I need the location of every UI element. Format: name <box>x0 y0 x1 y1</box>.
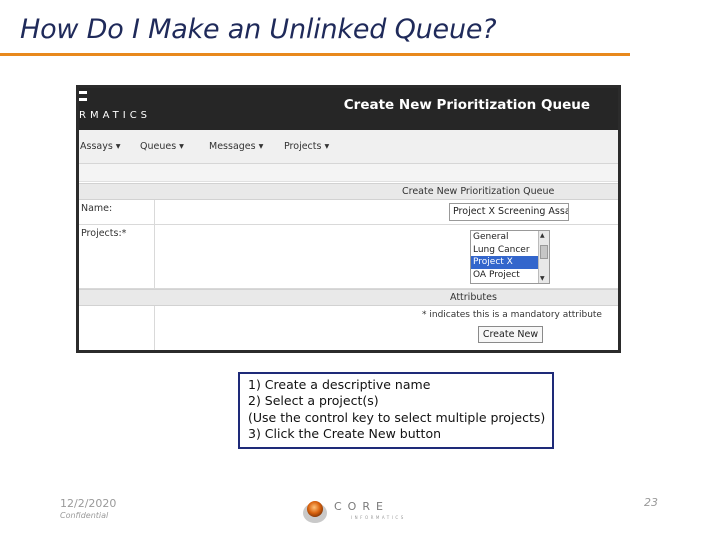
app-page-title: Create New Prioritization Queue <box>343 97 590 113</box>
scroll-up-arrow-icon[interactable]: ▲ <box>540 232 545 239</box>
instruction-line: 2) Select a project(s) <box>248 393 379 409</box>
logo-text: CORE <box>334 500 389 513</box>
nav-menu-messages[interactable]: Messages ▾ <box>209 141 263 152</box>
mandatory-note: * indicates this is a mandatory attribut… <box>422 310 602 320</box>
projects-label: Projects:* <box>79 225 155 288</box>
projects-listbox[interactable]: General Lung Cancer Project X OA Project… <box>470 230 550 284</box>
brand-text: RMATICS <box>79 110 152 121</box>
nav-bar: Assays ▾ Queues ▾ Messages ▾ Projects ▾ <box>79 130 618 164</box>
scroll-thumb[interactable] <box>540 245 548 259</box>
attributes-title: Attributes <box>450 292 497 303</box>
slide-title: How Do I Make an Unlinked Queue? <box>20 14 497 45</box>
instruction-line: 3) Click the Create New button <box>248 426 442 442</box>
logo-orb-icon <box>307 501 323 517</box>
brand-logo-icon <box>79 91 87 101</box>
page-number: 23 <box>644 496 658 509</box>
title-divider <box>0 53 630 56</box>
app-window: RMATICS Create New Prioritization Queue … <box>79 88 618 350</box>
listbox-scrollbar[interactable]: ▲ ▼ <box>538 231 549 283</box>
toolbar-strip <box>79 164 618 182</box>
app-screenshot: RMATICS Create New Prioritization Queue … <box>76 85 621 353</box>
scroll-down-arrow-icon[interactable]: ▼ <box>540 275 545 282</box>
instruction-line: (Use the control key to select multiple … <box>248 409 546 425</box>
attributes-label-cell <box>79 306 155 350</box>
form-section-header: Create New Prioritization Queue <box>79 183 618 200</box>
attributes-section-header: Attributes <box>79 289 618 306</box>
form-section-title: Create New Prioritization Queue <box>402 186 555 197</box>
app-header: RMATICS Create New Prioritization Queue <box>79 88 618 130</box>
name-row: Name: Project X Screening Assa <box>79 200 618 225</box>
attributes-row: * indicates this is a mandatory attribut… <box>79 306 618 350</box>
nav-menu-assays[interactable]: Assays ▾ <box>80 141 121 152</box>
instructions-box: 1) Create a descriptive name 2) Select a… <box>238 372 554 449</box>
projects-row: Projects:* General Lung Cancer Project X… <box>79 225 618 289</box>
instruction-line: 1) Create a descriptive name <box>248 377 431 392</box>
footer-confidential: Confidential <box>60 511 109 520</box>
create-new-button[interactable]: Create New <box>478 326 543 343</box>
footer-date: 12/2/2020 <box>60 497 117 510</box>
nav-menu-projects[interactable]: Projects ▾ <box>284 141 329 152</box>
core-logo: CORE INFORMATICS <box>303 500 406 523</box>
logo-subtext: INFORMATICS <box>351 515 406 520</box>
name-label: Name: <box>79 200 155 224</box>
queue-name-input[interactable]: Project X Screening Assa <box>449 203 569 221</box>
nav-menu-queues[interactable]: Queues ▾ <box>140 141 184 152</box>
